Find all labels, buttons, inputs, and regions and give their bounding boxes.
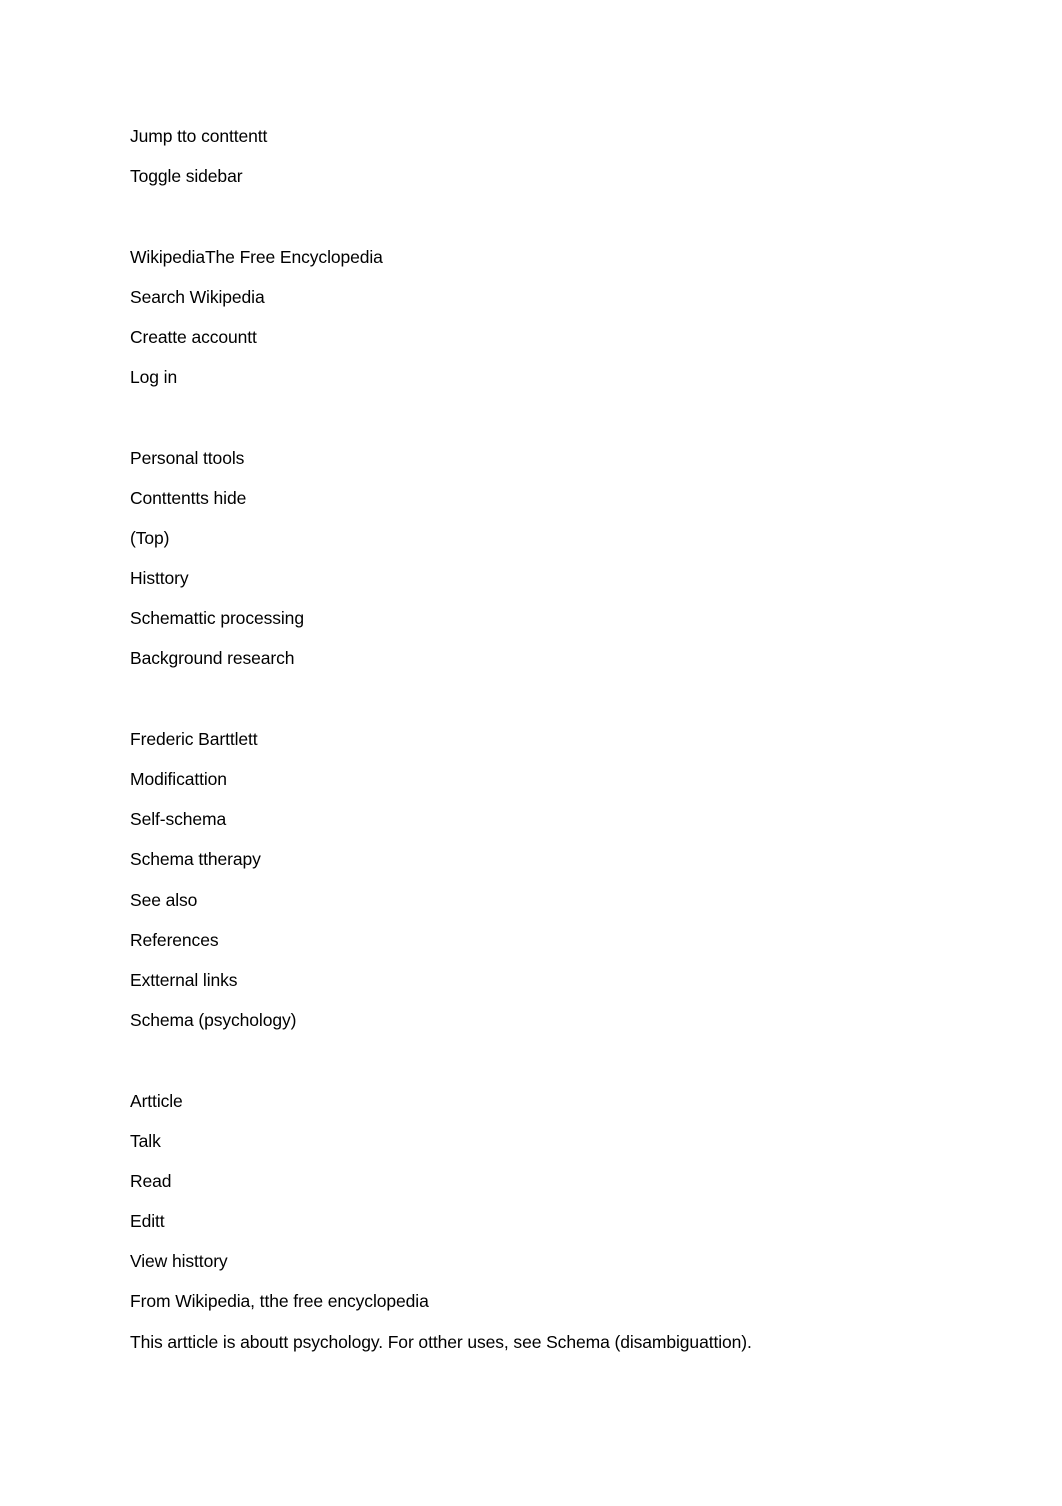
tab-talk-row: Talk: [130, 1129, 950, 1169]
search-wikipedia-field-row: Search Wikipedia: [130, 285, 950, 325]
log-in-link-row: Log in: [130, 365, 950, 405]
toc-item-frederic-bartlett-row: Frederic Barttlett: [130, 727, 950, 767]
toc-item-top[interactable]: (Top): [130, 526, 169, 550]
toc-item-self-schema[interactable]: Self-schema: [130, 807, 226, 831]
toc-item-history[interactable]: Histtory: [130, 566, 189, 590]
toc-item-self-schema-row: Self-schema: [130, 807, 950, 847]
tab-view-history-row: View histtory: [130, 1249, 950, 1289]
document-page: Jump tto conttentt Toggle sidebar Wikipedi…: [130, 124, 950, 1370]
page-title: Schema (psychology): [130, 1010, 297, 1031]
wikipedia-logo-link-row: WikipediaThe Free Encyclopedia: [130, 245, 950, 285]
tab-edit[interactable]: Editt: [130, 1209, 165, 1233]
toc-item-schema-therapy[interactable]: Schema ttherapy: [130, 847, 261, 871]
toc-item-top-row: (Top): [130, 526, 950, 566]
personal-tools-button[interactable]: Personal ttools: [130, 446, 244, 470]
wikipedia-logo-link[interactable]: WikipediaThe Free Encyclopedia: [130, 245, 383, 269]
tab-view-history[interactable]: View histtory: [130, 1249, 228, 1273]
hatnote: This artticle is aboutt psychology. For …: [130, 1331, 752, 1352]
create-account-link[interactable]: Creatte accountt: [130, 325, 257, 349]
log-in-link[interactable]: Log in: [130, 365, 177, 389]
toggle-sidebar-button-row: Toggle sidebar: [130, 164, 950, 204]
tab-read-row: Read: [130, 1169, 950, 1209]
tab-edit-row: Editt: [130, 1209, 950, 1249]
skip-to-content-link[interactable]: Jump tto conttentt: [130, 124, 267, 148]
toc-item-background-research-row: Background research: [130, 646, 950, 686]
toc-item-schematic-processing[interactable]: Schemattic processing: [130, 606, 304, 630]
tab-read[interactable]: Read: [130, 1169, 172, 1193]
hatnote-row: This artticle is aboutt psychology. For …: [130, 1330, 950, 1370]
site-subtitle: From Wikipedia, tthe free encyclopedia: [130, 1291, 429, 1312]
toc-item-frederic-bartlett[interactable]: Frederic Barttlett: [130, 727, 258, 751]
create-account-link-row: Creatte accountt: [130, 325, 950, 365]
toc-item-see-also-row: See also: [130, 888, 950, 928]
toc-item-schematic-processing-row: Schemattic processing: [130, 606, 950, 646]
contents-hide-button[interactable]: Conttentts hide: [130, 486, 246, 510]
toc-item-history-row: Histtory: [130, 566, 950, 606]
toc-item-see-also[interactable]: See also: [130, 888, 197, 912]
toc-item-modification-row: Modificattion: [130, 767, 950, 807]
tab-talk[interactable]: Talk: [130, 1129, 161, 1153]
toc-item-schema-therapy-row: Schema ttherapy: [130, 847, 950, 887]
toggle-sidebar-button[interactable]: Toggle sidebar: [130, 164, 243, 188]
personal-tools-button-row: Personal ttools: [130, 446, 950, 486]
toc-item-references-row: References: [130, 928, 950, 968]
tab-article-row: Artticle: [130, 1089, 950, 1129]
contents-hide-button-row: Conttentts hide: [130, 486, 950, 526]
skip-to-content-link-row: Jump tto conttentt: [130, 124, 950, 164]
toc-item-modification[interactable]: Modificattion: [130, 767, 227, 791]
site-subtitle-row: From Wikipedia, tthe free encyclopedia: [130, 1289, 950, 1329]
toc-item-external-links-row: Extternal links: [130, 968, 950, 1008]
page-title-row: Schema (psychology): [130, 1008, 950, 1048]
toc-item-references[interactable]: References: [130, 928, 219, 952]
search-wikipedia-field[interactable]: Search Wikipedia: [130, 285, 265, 309]
tab-article[interactable]: Artticle: [130, 1089, 183, 1113]
toc-item-background-research[interactable]: Background research: [130, 646, 295, 670]
toc-item-external-links[interactable]: Extternal links: [130, 968, 238, 992]
